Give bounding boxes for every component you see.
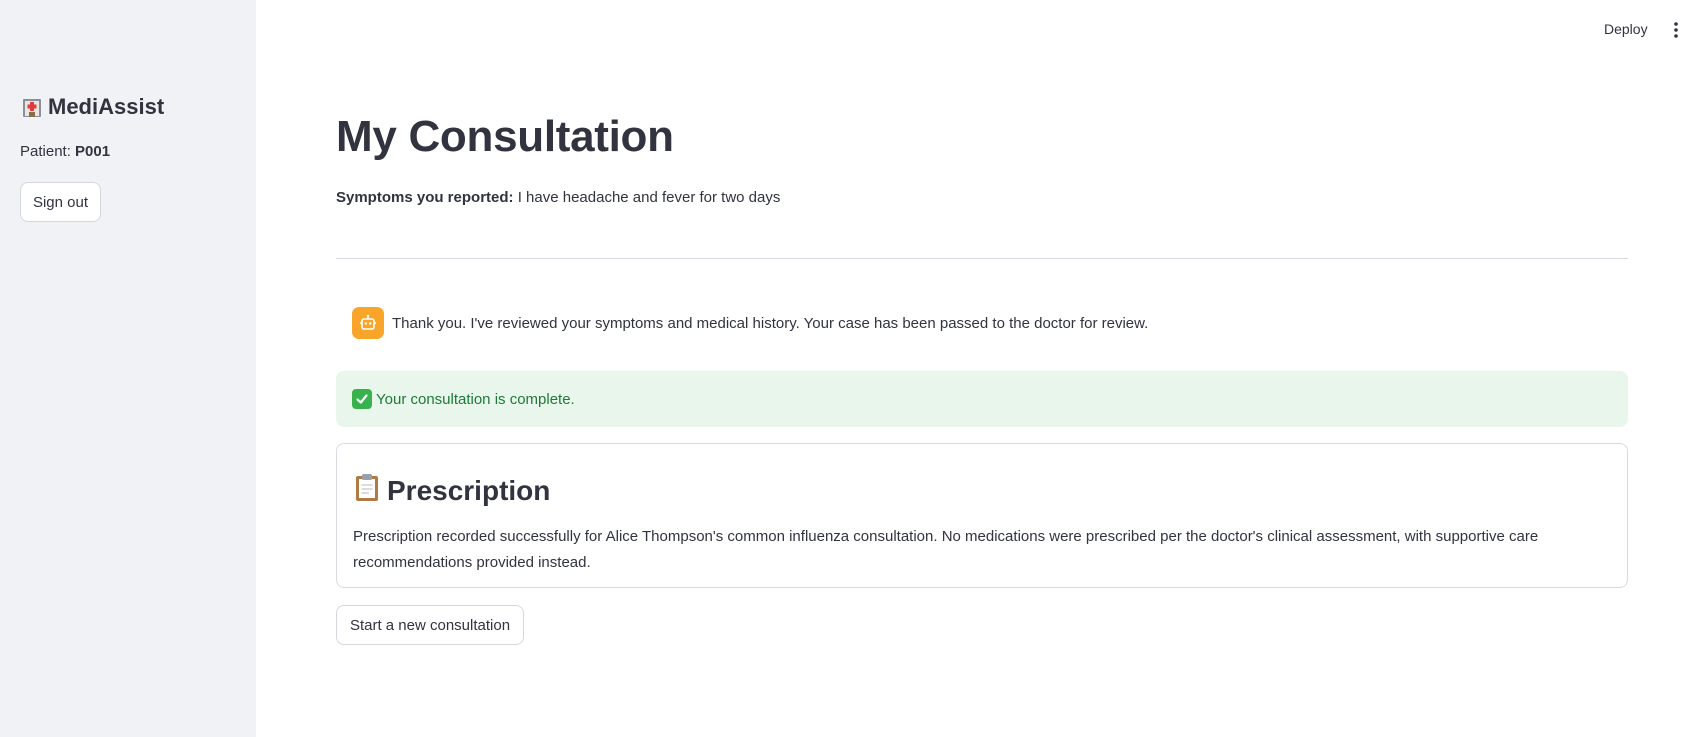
deploy-button[interactable]: Deploy <box>1598 19 1654 39</box>
check-mark-icon <box>352 389 372 409</box>
assistant-message-text: Thank you. I've reviewed your symptoms a… <box>392 314 1149 332</box>
patient-label: Patient: <box>20 143 71 160</box>
patient-info: Patient: P001 <box>20 143 110 160</box>
assistant-message: Thank you. I've reviewed your symptoms a… <box>352 307 1148 339</box>
success-message: Your consultation is complete. <box>376 390 575 408</box>
prescription-title: Prescription <box>387 474 551 506</box>
new-consultation-button[interactable]: Start a new consultation <box>336 605 524 645</box>
clipboard-icon <box>353 472 381 509</box>
brand-title: MediAssist <box>48 94 165 119</box>
prescription-heading: Prescription <box>353 472 550 509</box>
hospital-icon <box>20 95 44 119</box>
symptoms-summary: Symptoms you reported: I have headache a… <box>336 189 780 206</box>
sidebar: MediAssist Patient: P001 Sign out <box>0 0 256 737</box>
divider <box>336 258 1628 259</box>
robot-icon <box>352 307 384 339</box>
new-consultation-label: Start a new consultation <box>349 616 511 634</box>
success-alert: Your consultation is complete. <box>336 371 1628 427</box>
brand: MediAssist <box>20 94 164 120</box>
kebab-menu-icon[interactable] <box>1666 20 1686 40</box>
prescription-text: Prescription recorded successfully for A… <box>353 528 1539 571</box>
symptoms-label: Symptoms you reported: <box>336 189 514 206</box>
page-title: My Consultation <box>336 112 674 161</box>
sign-out-button[interactable]: Sign out <box>20 182 101 222</box>
app-root: MediAssist Patient: P001 Sign out Deploy… <box>0 0 1708 737</box>
symptoms-text: I have headache and fever for two days <box>517 189 781 206</box>
prescription-card: Prescription Prescription recorded succe… <box>336 443 1628 588</box>
patient-id: P001 <box>75 143 111 160</box>
sign-out-label: Sign out <box>32 193 89 211</box>
